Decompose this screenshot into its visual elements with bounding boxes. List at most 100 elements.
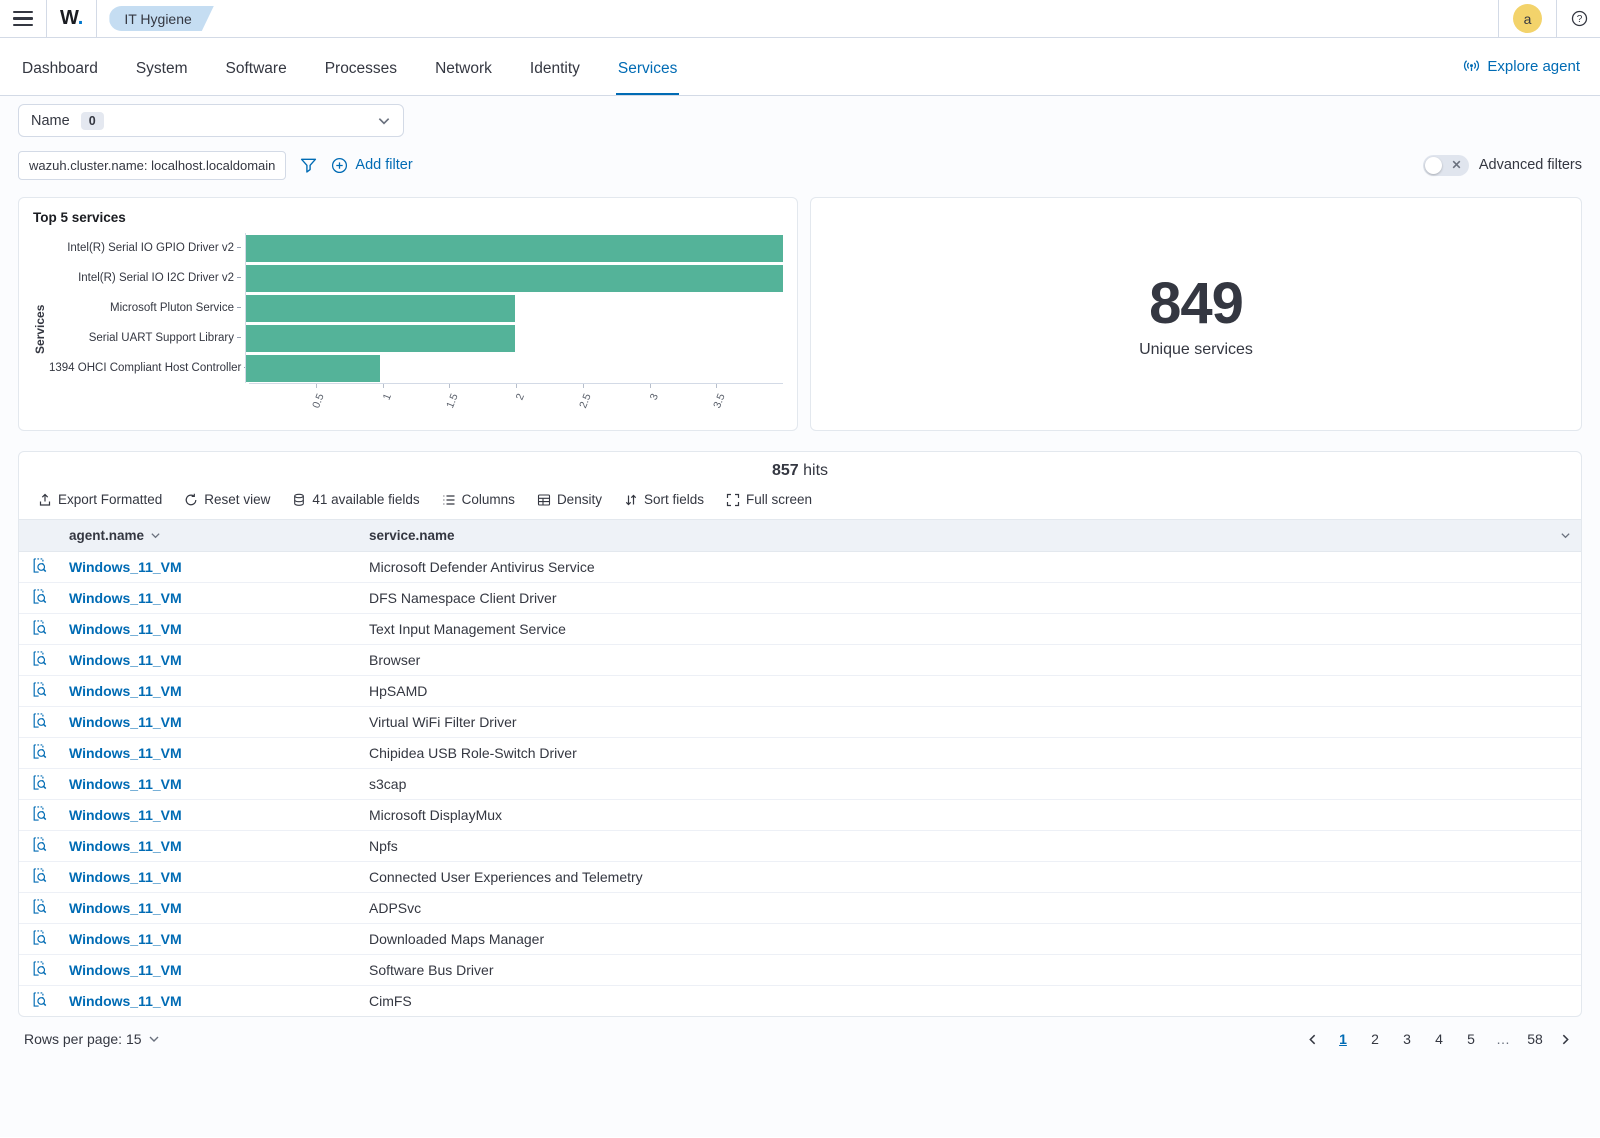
- header-icon-column: [19, 520, 59, 552]
- page-button[interactable]: 4: [1427, 1029, 1451, 1049]
- inspect-document-button[interactable]: [31, 681, 48, 698]
- table-row: Windows_11_VM Virtual WiFi Filter Driver: [19, 707, 1581, 738]
- table-row: Windows_11_VM Downloaded Maps Manager: [19, 924, 1581, 955]
- chart-bar[interactable]: [246, 265, 783, 292]
- available-fields-button[interactable]: 41 available fields: [283, 488, 428, 511]
- add-filter-button[interactable]: Add filter: [331, 157, 412, 174]
- table-body: Windows_11_VM Microsoft Defender Antivir…: [19, 552, 1581, 1017]
- inspect-document-button[interactable]: [31, 712, 48, 729]
- header-agent-name[interactable]: agent.name: [59, 520, 359, 552]
- tab-system[interactable]: System: [134, 60, 190, 95]
- inspect-document-button[interactable]: [31, 836, 48, 853]
- tab-network[interactable]: Network: [433, 60, 494, 95]
- inspect-document-button[interactable]: [31, 557, 48, 574]
- agent-name-link[interactable]: Windows_11_VM: [69, 838, 182, 854]
- advanced-filters-toggle[interactable]: [1423, 155, 1469, 176]
- chart-category-label: Microsoft Pluton Service: [49, 302, 245, 314]
- menu-button[interactable]: [0, 0, 46, 37]
- chart-category-label: 1394 OHCI Compliant Host Controller: [49, 362, 245, 374]
- tab-processes[interactable]: Processes: [323, 60, 399, 95]
- full-screen-button[interactable]: Full screen: [717, 488, 821, 511]
- inspect-document-button[interactable]: [31, 619, 48, 636]
- chart-bar[interactable]: [246, 355, 380, 382]
- agent-name-link[interactable]: Windows_11_VM: [69, 745, 182, 761]
- inspect-document-button[interactable]: [31, 650, 48, 667]
- inspect-document-button[interactable]: [31, 588, 48, 605]
- fields-icon: [292, 493, 306, 507]
- agent-name-link[interactable]: Windows_11_VM: [69, 559, 182, 575]
- help-button[interactable]: ?: [1557, 10, 1600, 27]
- page-button[interactable]: 1: [1331, 1029, 1355, 1049]
- service-name-value: Software Bus Driver: [369, 962, 493, 978]
- inspect-document-icon: [31, 898, 48, 915]
- agent-name-link[interactable]: Windows_11_VM: [69, 993, 182, 1009]
- chart-x-tick-label: 0.5: [310, 392, 327, 410]
- density-button[interactable]: Density: [528, 488, 611, 511]
- agent-name-link[interactable]: Windows_11_VM: [69, 652, 182, 668]
- funnel-icon: [300, 157, 317, 174]
- page-button[interactable]: 58: [1523, 1029, 1547, 1049]
- agent-name-link[interactable]: Windows_11_VM: [69, 621, 182, 637]
- table-row: Windows_11_VM Connected User Experiences…: [19, 862, 1581, 893]
- list-icon: [442, 493, 456, 507]
- top-navbar: W. IT Hygiene a ?: [0, 0, 1600, 38]
- agent-name-link[interactable]: Windows_11_VM: [69, 714, 182, 730]
- inspect-document-icon: [31, 619, 48, 636]
- name-filter-select[interactable]: Name 0: [18, 104, 404, 137]
- inspect-document-button[interactable]: [31, 898, 48, 915]
- service-name-value: Npfs: [369, 838, 398, 854]
- chart-bar[interactable]: [246, 325, 515, 352]
- reset-view-button[interactable]: Reset view: [175, 488, 279, 511]
- add-filter-label: Add filter: [355, 157, 412, 173]
- explore-agent-label: Explore agent: [1487, 58, 1580, 75]
- avatar[interactable]: a: [1513, 4, 1542, 33]
- agent-name-link[interactable]: Windows_11_VM: [69, 931, 182, 947]
- columns-button[interactable]: Columns: [433, 488, 524, 511]
- agent-name-link[interactable]: Windows_11_VM: [69, 590, 182, 606]
- filter-options-button[interactable]: [300, 157, 317, 174]
- inspect-document-button[interactable]: [31, 991, 48, 1008]
- chart-bar-track: [245, 263, 783, 293]
- refresh-icon: [184, 493, 198, 507]
- agent-name-link[interactable]: Windows_11_VM: [69, 900, 182, 916]
- tab-services[interactable]: Services: [616, 60, 679, 95]
- tab-software[interactable]: Software: [224, 60, 289, 95]
- fullscreen-icon: [726, 493, 740, 507]
- agent-name-link[interactable]: Windows_11_VM: [69, 683, 182, 699]
- agent-name-link[interactable]: Windows_11_VM: [69, 962, 182, 978]
- inspect-document-button[interactable]: [31, 929, 48, 946]
- chart-bar[interactable]: [246, 235, 783, 262]
- service-name-value: CimFS: [369, 993, 412, 1009]
- chart-bar[interactable]: [246, 295, 515, 322]
- inspect-document-icon: [31, 650, 48, 667]
- inspect-document-button[interactable]: [31, 805, 48, 822]
- inspect-document-icon: [31, 929, 48, 946]
- agent-name-link[interactable]: Windows_11_VM: [69, 776, 182, 792]
- table-row: Windows_11_VM Browser: [19, 645, 1581, 676]
- inspect-document-button[interactable]: [31, 867, 48, 884]
- header-service-name[interactable]: service.name: [359, 520, 1581, 552]
- agent-name-link[interactable]: Windows_11_VM: [69, 807, 182, 823]
- page-button[interactable]: 3: [1395, 1029, 1419, 1049]
- inspect-document-button[interactable]: [31, 774, 48, 791]
- page-ellipsis: …: [1491, 1029, 1515, 1049]
- tab-identity[interactable]: Identity: [528, 60, 582, 95]
- explore-agent-button[interactable]: Explore agent: [1463, 58, 1580, 75]
- breadcrumb[interactable]: IT Hygiene: [109, 6, 213, 31]
- table-row: Windows_11_VM Microsoft DisplayMux: [19, 800, 1581, 831]
- sort-fields-button[interactable]: Sort fields: [615, 488, 713, 511]
- next-page-button[interactable]: [1555, 1033, 1576, 1046]
- tab-dashboard[interactable]: Dashboard: [20, 60, 100, 95]
- export-formatted-button[interactable]: Export Formatted: [29, 488, 171, 511]
- page-button[interactable]: 2: [1363, 1029, 1387, 1049]
- agent-name-link[interactable]: Windows_11_VM: [69, 869, 182, 885]
- page-button[interactable]: 5: [1459, 1029, 1483, 1049]
- rows-per-page-selector[interactable]: Rows per page: 15: [24, 1031, 160, 1047]
- previous-page-button[interactable]: [1302, 1033, 1323, 1046]
- wazuh-logo[interactable]: W.: [47, 0, 96, 37]
- inspect-document-button[interactable]: [31, 960, 48, 977]
- inspect-document-button[interactable]: [31, 743, 48, 760]
- chart-category-label: Intel(R) Serial IO I2C Driver v2: [49, 272, 245, 284]
- chart-x-tick-label: 3: [647, 392, 660, 402]
- active-filter-pill[interactable]: wazuh.cluster.name: localhost.localdomai…: [18, 151, 286, 180]
